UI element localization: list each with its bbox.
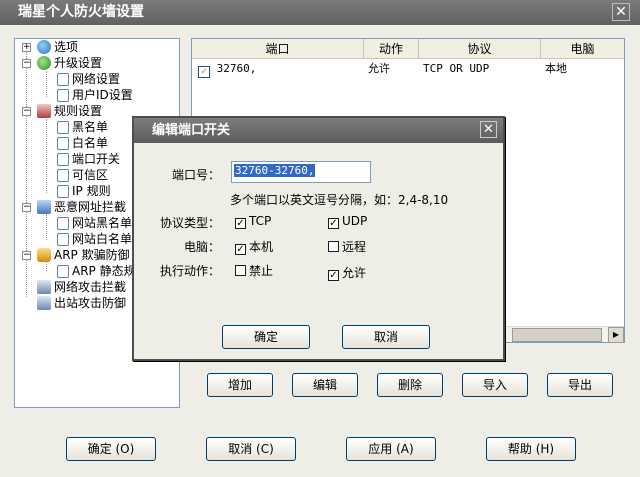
tree-item-site-whitelist[interactable]: 网站白名单 bbox=[57, 231, 132, 247]
tree-item-outbound-attack[interactable]: 出站攻击防御 bbox=[37, 295, 126, 311]
udp-check-icon: ✓ bbox=[328, 218, 339, 229]
tree-expand-toggle[interactable]: + bbox=[22, 43, 31, 52]
add-button[interactable]: 增加 bbox=[207, 373, 273, 397]
document-icon bbox=[57, 73, 69, 86]
apply-button[interactable]: 应用 (A) bbox=[346, 437, 436, 461]
tree-item-url-block[interactable]: 恶意网址拦截 bbox=[37, 199, 126, 215]
tree-guide-line bbox=[46, 214, 47, 240]
tree-item-options[interactable]: 选项 bbox=[37, 39, 78, 55]
edit-port-dialog: 编辑端口开关 ✕ 端口号： 32760-32760, 多个端口以英文逗号分隔，如… bbox=[132, 116, 505, 361]
delete-button[interactable]: 删除 bbox=[377, 373, 443, 397]
firewall-settings-window: 瑞星个人防火墙设置 ✕ + 选项 − 升级设置 网络设置 用户ID设置 − 规则… bbox=[0, 0, 640, 477]
help-button[interactable]: 帮助 (H) bbox=[486, 437, 576, 461]
export-button[interactable]: 导出 bbox=[547, 373, 613, 397]
row-action: 允许 bbox=[368, 62, 390, 75]
deny-uncheck-icon bbox=[235, 265, 246, 276]
row-port: 32760, bbox=[216, 62, 257, 75]
document-icon bbox=[57, 121, 69, 134]
document-icon bbox=[57, 137, 69, 150]
row-computer: 本地 bbox=[545, 62, 567, 75]
scroll-right-arrow-icon[interactable]: ▶ bbox=[608, 327, 624, 343]
tree-item-upgrade[interactable]: 升级设置 bbox=[37, 55, 102, 71]
table-row[interactable]: ✓ 32760, 允许 TCP OR UDP 本地 bbox=[192, 60, 624, 78]
dialog-ok-button[interactable]: 确定 bbox=[222, 325, 310, 349]
port-number-input[interactable]: 32760-32760, bbox=[231, 161, 371, 183]
ok-button[interactable]: 确定 (O) bbox=[66, 437, 156, 461]
upgrade-icon bbox=[37, 56, 51, 70]
tree-item-userid[interactable]: 用户ID设置 bbox=[57, 87, 133, 103]
document-icon bbox=[57, 89, 69, 102]
computer-label: 电脑： bbox=[184, 240, 221, 254]
tree-item-rules[interactable]: 规则设置 bbox=[37, 103, 102, 119]
action-label: 执行动作： bbox=[160, 264, 221, 278]
tree-collapse-toggle[interactable]: − bbox=[22, 251, 31, 260]
edit-button[interactable]: 编辑 bbox=[292, 373, 358, 397]
options-icon bbox=[37, 40, 51, 54]
tree-item-port-switch[interactable]: 端口开关 bbox=[57, 151, 120, 167]
document-icon bbox=[57, 233, 69, 246]
tree-item-ip-rules[interactable]: IP 规则 bbox=[57, 183, 111, 199]
local-check-icon: ✓ bbox=[235, 244, 246, 255]
remote-uncheck-icon bbox=[328, 241, 339, 252]
row-checkbox[interactable]: ✓ bbox=[198, 66, 210, 78]
remote-checkbox[interactable]: 远程 bbox=[328, 238, 366, 255]
tree-collapse-toggle[interactable]: − bbox=[22, 107, 31, 116]
document-icon bbox=[57, 185, 69, 198]
tree-item-blacklist[interactable]: 黑名单 bbox=[57, 119, 108, 135]
allow-checkbox[interactable]: ✓ 允许 bbox=[328, 264, 366, 281]
tree-item-arp[interactable]: ARP 欺骗防御 bbox=[37, 247, 130, 263]
tree-guide-line bbox=[46, 71, 47, 97]
tree-guide-line bbox=[46, 119, 47, 193]
outbound-attack-icon bbox=[37, 296, 51, 310]
network-attack-icon bbox=[37, 280, 51, 294]
column-header-port[interactable]: 端口 bbox=[192, 39, 364, 59]
url-block-icon bbox=[37, 200, 51, 214]
table-header: 端口 动作 协议 电脑 bbox=[192, 39, 624, 59]
port-hint: 多个端口以英文逗号分隔，如：2,4-8,10 bbox=[230, 193, 449, 207]
cancel-button[interactable]: 取消 (C) bbox=[206, 437, 296, 461]
dialog-title-bar: 编辑端口开关 ✕ bbox=[134, 118, 503, 143]
tree-item-site-blacklist[interactable]: 网站黑名单 bbox=[57, 215, 132, 231]
title-bar: 瑞星个人防火墙设置 ✕ bbox=[0, 0, 640, 25]
window-title: 瑞星个人防火墙设置 bbox=[18, 4, 144, 20]
document-icon bbox=[57, 169, 69, 182]
dialog-cancel-button[interactable]: 取消 bbox=[342, 325, 430, 349]
tcp-checkbox[interactable]: ✓ TCP bbox=[235, 214, 271, 229]
dialog-close-button[interactable]: ✕ bbox=[480, 121, 497, 138]
import-button[interactable]: 导入 bbox=[462, 373, 528, 397]
document-icon bbox=[57, 217, 69, 230]
document-icon bbox=[57, 265, 69, 278]
column-header-action[interactable]: 动作 bbox=[364, 39, 419, 59]
tcp-check-icon: ✓ bbox=[235, 218, 246, 229]
column-header-protocol[interactable]: 协议 bbox=[419, 39, 541, 59]
dialog-title: 编辑端口开关 bbox=[152, 123, 231, 138]
document-icon bbox=[57, 153, 69, 166]
allow-check-icon: ✓ bbox=[328, 270, 339, 281]
tree-collapse-toggle[interactable]: − bbox=[22, 203, 31, 212]
window-close-button[interactable]: ✕ bbox=[612, 3, 630, 21]
tree-item-whitelist[interactable]: 白名单 bbox=[57, 135, 108, 151]
udp-checkbox[interactable]: ✓ UDP bbox=[328, 214, 367, 229]
row-protocol: TCP OR UDP bbox=[423, 62, 490, 75]
tree-item-trusted-zone[interactable]: 可信区 bbox=[57, 167, 108, 183]
local-checkbox[interactable]: ✓ 本机 bbox=[235, 238, 273, 255]
deny-checkbox[interactable]: 禁止 bbox=[235, 262, 273, 279]
column-header-computer[interactable]: 电脑 bbox=[541, 39, 624, 59]
tree-item-network[interactable]: 网络设置 bbox=[57, 71, 120, 87]
protocol-label: 协议类型： bbox=[160, 216, 221, 230]
scrollbar-thumb[interactable] bbox=[512, 328, 602, 342]
arp-icon bbox=[37, 248, 51, 262]
tree-collapse-toggle[interactable]: − bbox=[22, 59, 31, 68]
port-label: 端口号： bbox=[172, 168, 221, 182]
rules-icon bbox=[37, 104, 51, 118]
port-number-selected-text: 32760-32760, bbox=[234, 164, 316, 177]
tree-item-network-attack[interactable]: 网络攻击拦截 bbox=[37, 279, 126, 295]
